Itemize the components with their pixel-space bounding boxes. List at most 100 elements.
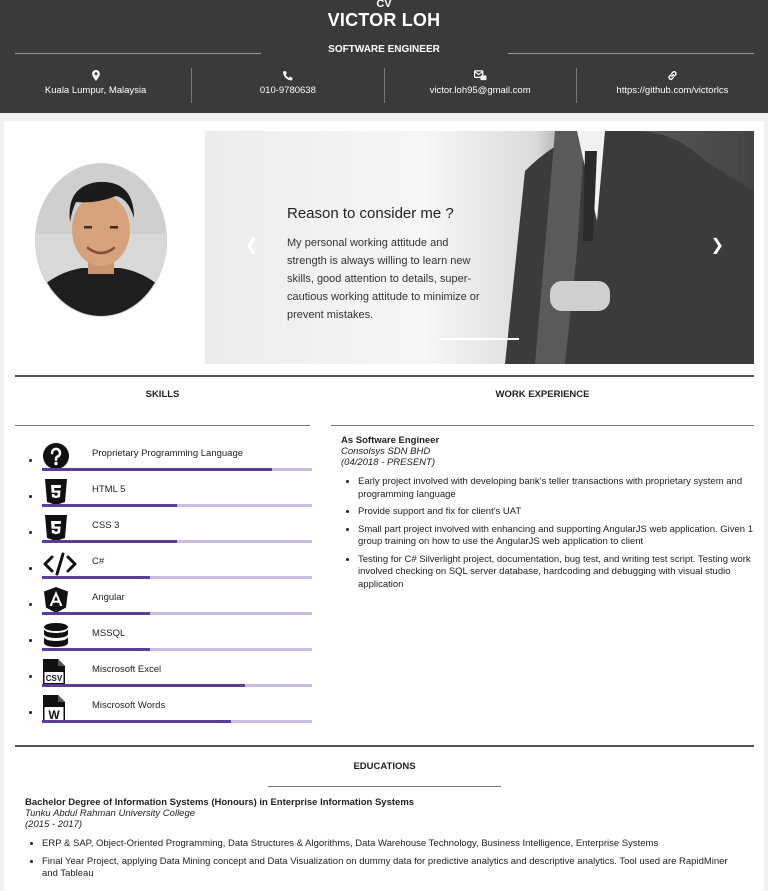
- skill-item: C#: [15, 547, 315, 583]
- skill-name: Proprietary Programming Language: [92, 448, 244, 459]
- educations-heading: EDUCATIONS: [353, 761, 416, 772]
- experience-bullets: Early project involved with developing b…: [341, 476, 753, 591]
- education-entry: Bachelor Degree of Information Systems (…: [25, 797, 745, 886]
- list-item: Small part project involved with enhanci…: [358, 524, 753, 549]
- education-years: (2015 - 2017): [25, 819, 83, 830]
- cv-header: CV VICTOR LOH SOFTWARE ENGINEER Kuala Lu…: [0, 0, 768, 113]
- education-degree: Bachelor Degree of Information Systems (…: [25, 797, 415, 808]
- html5-icon: [42, 478, 70, 506]
- csv-file-icon: CSV: [42, 658, 70, 687]
- carousel-next-icon[interactable]: ❯: [711, 235, 724, 255]
- list-item: ERP & SAP, Object-Oriented Programming, …: [42, 838, 745, 851]
- list-item: Final Year Project, applying Data Mining…: [42, 856, 745, 881]
- location-pin-icon: [0, 70, 191, 84]
- css3-icon: [42, 514, 70, 542]
- skill-bar: [42, 684, 312, 687]
- code-icon: [42, 550, 77, 578]
- section-divider-education: [15, 745, 754, 747]
- skill-bar: [42, 576, 312, 579]
- bullet: [29, 567, 32, 570]
- contact-github[interactable]: https://github.com/victorlcs: [575, 68, 768, 103]
- skill-bar: [42, 648, 312, 651]
- list-item: Early project involved with developing b…: [358, 476, 753, 501]
- bullet: [29, 531, 32, 534]
- skill-item: CSV Miscrosoft Excel: [15, 655, 315, 691]
- skill-name: Miscrosoft Words: [92, 700, 166, 711]
- link-icon: [577, 70, 768, 84]
- skill-bar-fill: [42, 576, 150, 579]
- contact-phone: 010-9780638: [191, 68, 383, 103]
- question-circle-icon: [42, 442, 70, 470]
- carousel-prev-icon[interactable]: ❮: [245, 235, 258, 255]
- contact-phone-text: 010-9780638: [259, 85, 316, 96]
- carousel-indicator[interactable]: [439, 338, 519, 340]
- experience-divider: [331, 425, 754, 426]
- skill-name: CSS 3: [92, 520, 120, 531]
- experience-dates: (04/2018 - PRESENT): [341, 457, 435, 468]
- phone-icon: [192, 70, 383, 84]
- list-item: Testing for C# Silverlight project, docu…: [358, 554, 753, 592]
- bullet: [29, 459, 32, 462]
- skill-bar-fill: [42, 504, 177, 507]
- hero-carousel: Reason to consider me ? My personal work…: [205, 131, 754, 364]
- skill-bar-fill: [42, 468, 272, 471]
- title-divider-right: [508, 53, 754, 54]
- section-divider-top: [15, 375, 754, 377]
- person-name: VICTOR LOH: [327, 10, 441, 30]
- cv-card: Reason to consider me ? My personal work…: [4, 121, 764, 891]
- skill-bar-fill: [42, 720, 231, 723]
- skill-name: C#: [92, 556, 105, 567]
- skill-item: MSSQL: [15, 619, 315, 655]
- skill-bar: [42, 540, 312, 543]
- skill-bar-fill: [42, 648, 150, 651]
- skill-bar: [42, 504, 312, 507]
- skills-divider: [15, 425, 310, 426]
- skill-item: HTML 5: [15, 475, 315, 511]
- experience-heading: WORK EXPERIENCE: [495, 389, 590, 400]
- skill-name: HTML 5: [92, 484, 126, 495]
- cv-label: CV: [376, 0, 392, 10]
- bullet: [29, 711, 32, 714]
- skill-name: Angular: [92, 592, 125, 603]
- contact-location-text: Kuala Lumpur, Malaysia: [44, 85, 147, 96]
- list-item: Provide support and fix for client's UAT: [358, 506, 753, 519]
- word-file-icon: W: [42, 694, 70, 723]
- skill-bar: [42, 720, 312, 723]
- skill-bar: [42, 468, 312, 471]
- education-university: Tunku Abdul Rahman University College: [25, 808, 196, 819]
- skill-bar-fill: [42, 684, 245, 687]
- hero-heading: Reason to consider me ?: [287, 205, 454, 222]
- hero-text-block: Reason to consider me ? My personal work…: [287, 205, 487, 324]
- educations-divider: [268, 786, 501, 787]
- experience-role: As Software Engineer: [341, 435, 440, 446]
- skill-item: Angular: [15, 583, 315, 619]
- skills-list: Proprietary Programming Language HTML 5 …: [15, 439, 315, 727]
- bullet: [29, 603, 32, 606]
- work-experience: As Software Engineer Consolsys SDN BHD (…: [341, 435, 753, 596]
- mail-icon: [385, 70, 576, 84]
- angular-icon: [42, 586, 70, 614]
- avatar: [35, 163, 167, 317]
- skill-bar-fill: [42, 540, 177, 543]
- skill-bar: [42, 612, 312, 615]
- skill-item: Proprietary Programming Language: [15, 439, 315, 475]
- bullet: [29, 675, 32, 678]
- contact-email: victor.loh95@gmail.com: [383, 68, 576, 103]
- skill-name: MSSQL: [92, 628, 126, 639]
- contact-github-link[interactable]: https://github.com/victorlcs: [577, 85, 768, 96]
- skill-name: Miscrosoft Excel: [92, 664, 162, 675]
- hero-paragraph: My personal working attitude and strengt…: [287, 237, 480, 321]
- svg-text:CSV: CSV: [46, 674, 63, 683]
- skills-heading: SKILLS: [145, 389, 180, 400]
- skill-bar-fill: [42, 612, 150, 615]
- contact-bar: Kuala Lumpur, Malaysia 010-9780638 victo…: [0, 68, 768, 103]
- skill-item: CSS 3: [15, 511, 315, 547]
- bullet: [29, 495, 32, 498]
- education-bullets: ERP & SAP, Object-Oriented Programming, …: [25, 838, 745, 881]
- experience-company: Consolsys SDN BHD: [341, 446, 431, 457]
- database-icon: [42, 622, 70, 650]
- bullet: [29, 639, 32, 642]
- contact-location: Kuala Lumpur, Malaysia: [0, 68, 191, 103]
- contact-email-text: victor.loh95@gmail.com: [429, 85, 531, 96]
- skill-item: W Miscrosoft Words: [15, 691, 315, 727]
